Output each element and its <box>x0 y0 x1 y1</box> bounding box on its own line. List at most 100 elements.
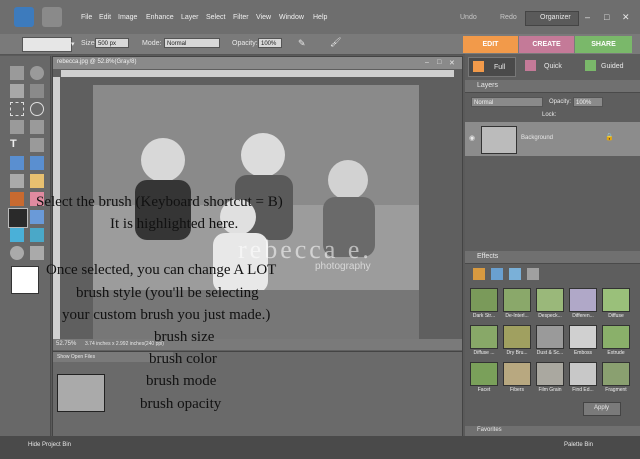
lower-panel-title: Favorites <box>477 427 502 433</box>
menu-help[interactable]: Help <box>313 14 327 21</box>
hide-project-bin[interactable]: Hide Project Bin <box>28 442 71 448</box>
layers-panel-header[interactable]: Layers <box>465 80 640 93</box>
mode-quick-button[interactable]: Quick <box>521 57 579 75</box>
airbrush-icon[interactable]: ✎ <box>298 38 306 49</box>
lasso-tool-icon[interactable] <box>30 102 44 116</box>
filters-icon[interactable] <box>473 268 485 280</box>
menu-view[interactable]: View <box>256 14 271 21</box>
selection-brush-tool-icon[interactable] <box>30 120 44 134</box>
mode-guided-button[interactable]: Guided <box>581 57 639 75</box>
effect-thumbnail[interactable] <box>470 362 498 386</box>
effect-thumbnail[interactable] <box>569 362 597 386</box>
visibility-eye-icon[interactable]: ◉ <box>469 134 475 142</box>
lock-label: Lock: <box>542 112 557 118</box>
gradient-tool-icon[interactable] <box>30 228 44 242</box>
layer-opacity-field[interactable]: 100% <box>573 97 603 107</box>
maximize-icon[interactable]: □ <box>604 12 609 22</box>
zoom-tool-icon[interactable] <box>30 66 44 80</box>
quick-edit-icon <box>525 60 536 71</box>
home-icon[interactable] <box>42 7 62 27</box>
menu-layer[interactable]: Layer <box>181 14 199 21</box>
minimize-icon[interactable]: – <box>585 12 590 22</box>
foreground-color-swatch[interactable] <box>11 266 39 294</box>
red-eye-tool-icon[interactable] <box>10 174 24 188</box>
mode-full-button[interactable]: Full <box>468 57 516 77</box>
doc-minimize-icon[interactable]: – <box>425 59 429 66</box>
mode-guided-label: Guided <box>601 63 624 70</box>
watermark-subtext: photography <box>315 261 371 272</box>
healing-tool-icon[interactable] <box>30 174 44 188</box>
layer-styles-icon[interactable] <box>491 268 503 280</box>
photo-effects-icon[interactable] <box>509 268 521 280</box>
effect-label: Find Ed... <box>572 387 594 393</box>
blur-tool-icon[interactable] <box>10 246 24 260</box>
brush-settings-icon[interactable]: 🖌 <box>330 37 341 48</box>
overlay-line-5: your custom brush you just made.) <box>62 307 271 323</box>
menu-image[interactable]: Image <box>118 14 137 21</box>
overlay-line-7: brush color <box>149 351 217 367</box>
sponge-tool-icon[interactable] <box>30 246 44 260</box>
straighten-tool-icon[interactable] <box>30 156 44 170</box>
palette-bin-toggle[interactable]: Palette Bin <box>564 442 593 448</box>
tab-share[interactable]: SHARE <box>575 36 632 53</box>
effect-thumbnail[interactable] <box>536 362 564 386</box>
effect-thumbnail[interactable] <box>569 288 597 312</box>
menu-enhance[interactable]: Enhance <box>146 14 174 21</box>
effect-thumbnail[interactable] <box>602 362 630 386</box>
effect-thumbnail[interactable] <box>602 288 630 312</box>
magic-wand-tool-icon[interactable] <box>10 120 24 134</box>
effect-label: Dust & Sc... <box>536 350 564 356</box>
toolbox: T <box>0 56 51 436</box>
effect-thumbnail[interactable] <box>503 362 531 386</box>
redo-button[interactable]: Redo <box>500 14 517 21</box>
apply-button[interactable]: Apply <box>583 402 621 416</box>
brush-dropdown-icon[interactable]: ▾ <box>71 40 75 48</box>
doc-maximize-icon[interactable]: □ <box>437 59 441 66</box>
menu-window[interactable]: Window <box>279 14 304 21</box>
opacity-field[interactable]: 100% <box>258 38 282 48</box>
layer-blend-select[interactable]: Normal <box>471 97 543 107</box>
effect-label: Fibers <box>510 387 524 393</box>
organizer-button[interactable]: Organizer <box>525 11 579 26</box>
effect-thumbnail[interactable] <box>503 325 531 349</box>
brush-preview[interactable] <box>22 37 72 52</box>
effect-label: Film Grain <box>538 387 562 393</box>
menu-file[interactable]: File <box>81 14 92 21</box>
brush-tool-icon[interactable] <box>8 208 28 228</box>
effect-thumbnail[interactable] <box>470 288 498 312</box>
effect-thumbnail[interactable] <box>536 325 564 349</box>
effect-thumbnail[interactable] <box>503 288 531 312</box>
show-files-label: Show Open Files <box>57 354 96 360</box>
cookie-cutter-tool-icon[interactable] <box>10 156 24 170</box>
effect-thumbnail[interactable] <box>470 325 498 349</box>
paint-bucket-tool-icon[interactable] <box>10 228 24 242</box>
menu-select[interactable]: Select <box>206 14 225 21</box>
move-tool-icon[interactable] <box>10 66 24 80</box>
clone-stamp-tool-icon[interactable] <box>10 192 24 206</box>
effect-thumbnail[interactable] <box>569 325 597 349</box>
eyedropper-tool-icon[interactable] <box>30 84 44 98</box>
smart-brush-tool-icon[interactable] <box>30 210 44 224</box>
tab-edit[interactable]: EDIT <box>463 36 518 53</box>
undo-button[interactable]: Undo <box>460 14 477 21</box>
effect-thumbnail[interactable] <box>536 288 564 312</box>
all-effects-icon[interactable] <box>527 268 539 280</box>
menu-filter[interactable]: Filter <box>233 14 249 21</box>
menu-edit[interactable]: Edit <box>99 14 111 21</box>
layers-title: Layers <box>477 82 499 89</box>
doc-close-icon[interactable]: ✕ <box>449 59 455 67</box>
close-icon[interactable]: ✕ <box>622 12 630 23</box>
crop-tool-icon[interactable] <box>30 138 44 152</box>
layer-row[interactable]: ◉ Background 🔒 <box>465 122 640 156</box>
tab-create[interactable]: CREATE <box>519 36 574 53</box>
type-tool-icon[interactable]: T <box>10 138 24 152</box>
size-field[interactable]: 500 px <box>95 38 129 48</box>
effects-panel-header[interactable]: Effects <box>465 251 640 264</box>
marquee-tool-icon[interactable] <box>10 102 24 116</box>
effect-label: Diffuse <box>608 313 624 319</box>
effect-thumbnail[interactable] <box>602 325 630 349</box>
bin-thumbnail[interactable] <box>57 374 105 412</box>
mode-select[interactable]: Normal <box>164 38 220 48</box>
effect-label: Diffuse ... <box>473 350 495 356</box>
hand-tool-icon[interactable] <box>10 84 24 98</box>
